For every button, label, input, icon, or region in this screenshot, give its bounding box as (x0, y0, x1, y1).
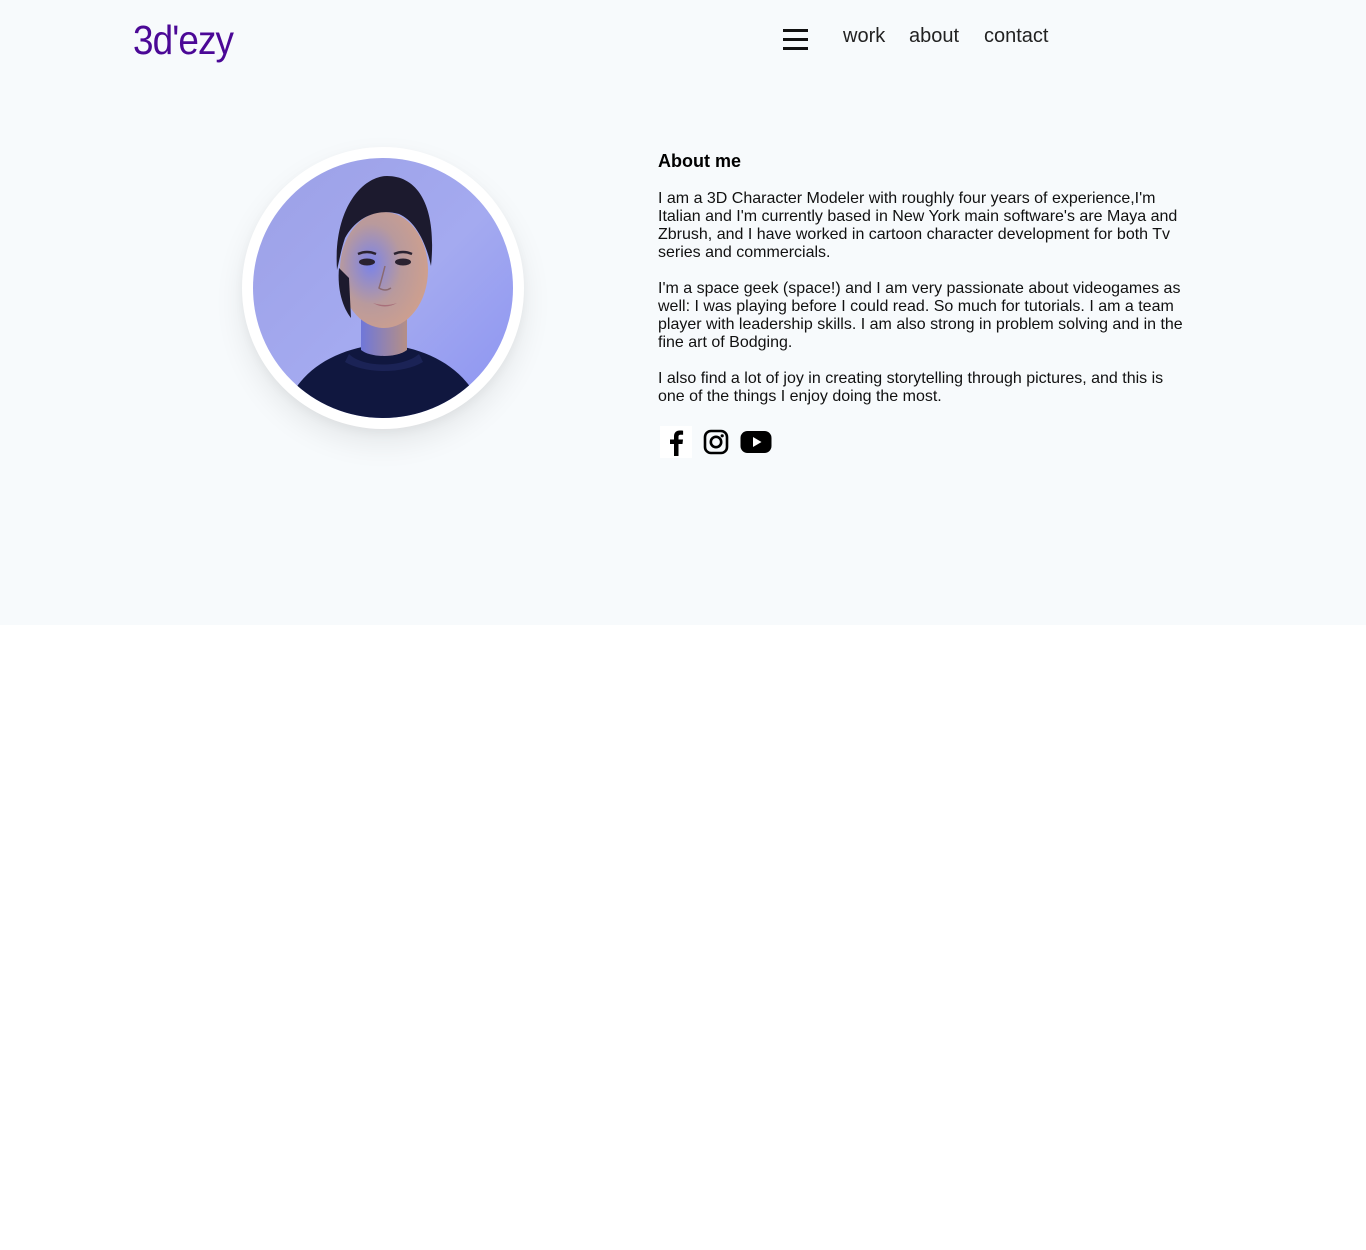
about-paragraph-3: I also find a lot of joy in creating sto… (658, 370, 1164, 405)
about-paragraph-2: I'm a space geek (space!) and I am very … (658, 280, 1183, 351)
site-logo[interactable]: 3d'ezy (133, 16, 234, 64)
hamburger-menu-icon[interactable] (783, 29, 808, 50)
nav-link-contact[interactable]: contact (984, 24, 1048, 48)
nav-link-work[interactable]: work (843, 24, 885, 48)
nav-link-about[interactable]: about (909, 24, 959, 48)
about-heading: About me (658, 151, 741, 171)
facebook-icon[interactable] (660, 426, 692, 458)
instagram-icon[interactable] (700, 426, 732, 458)
about-section: 3d'ezy work about contact About me I am … (0, 0, 1366, 625)
about-paragraph-1: I am a 3D Character Modeler with roughly… (658, 190, 1178, 261)
profile-photo-frame (242, 147, 524, 429)
profile-photo (253, 158, 513, 418)
youtube-icon[interactable] (740, 426, 772, 458)
